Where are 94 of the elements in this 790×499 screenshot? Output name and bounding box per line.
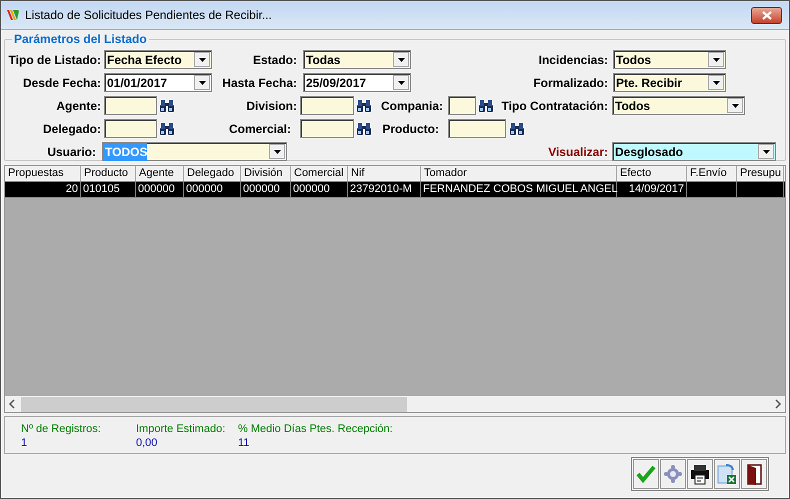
dropdown[interactable]: Desglosado: [612, 142, 776, 161]
field-label: Division:: [245, 98, 297, 114]
field-label: Incidencias:: [538, 52, 608, 68]
dropdown-value: 25/09/2017: [305, 74, 366, 92]
binoculars-icon[interactable]: [356, 98, 372, 114]
table-cell: 14/09/2017: [617, 182, 687, 197]
dropdown-value: Todos: [615, 52, 652, 68]
app-logo-icon: [6, 8, 20, 22]
export-button[interactable]: [714, 459, 740, 489]
dropdown-value: Todos: [614, 98, 650, 114]
table-cell: FERNANDEZ COBOS MIGUEL ANGEL: [421, 182, 617, 197]
field-label: Visualizar:: [547, 144, 608, 160]
field-label: Delegado:: [42, 120, 101, 138]
table-cell: 20: [5, 182, 81, 197]
dropdown[interactable]: Todas: [303, 50, 411, 69]
column-header[interactable]: Producto: [81, 166, 136, 181]
caret-icon[interactable]: [198, 80, 206, 86]
column-header[interactable]: Propuestas: [5, 166, 81, 181]
dropdown-value: Desglosado: [614, 144, 684, 160]
dropdown[interactable]: Fecha Efecto: [104, 50, 212, 69]
input-field[interactable]: [448, 119, 506, 138]
table-cell: 000000: [291, 182, 348, 197]
dropdown-value: TODOS: [103, 142, 148, 160]
binoculars-icon[interactable]: [478, 98, 494, 114]
column-header[interactable]: Agente: [136, 166, 184, 181]
caret-icon[interactable]: [712, 56, 720, 62]
field-label: Estado:: [252, 52, 297, 68]
input-field[interactable]: [300, 119, 354, 138]
input-field[interactable]: [104, 119, 157, 138]
table-cell: 23792010-M: [348, 182, 421, 197]
field-label: Agente:: [55, 98, 101, 114]
dropdown[interactable]: Pte. Recibir: [613, 73, 726, 92]
table-cell: 000000: [241, 182, 291, 197]
summary-label: Importe Estimado:: [136, 422, 226, 436]
binoculars-icon[interactable]: [159, 98, 175, 114]
input-field[interactable]: [104, 96, 157, 115]
column-header[interactable]: División: [241, 166, 291, 181]
date-picker[interactable]: 01/01/2017: [104, 73, 212, 92]
field-label: Hasta Fecha:: [221, 74, 297, 92]
input-field[interactable]: [448, 96, 476, 115]
caret-icon[interactable]: [396, 56, 406, 62]
close-button[interactable]: [751, 6, 782, 24]
exit-button[interactable]: [741, 459, 767, 489]
gear-icon: [662, 463, 684, 485]
accept-button[interactable]: [633, 459, 659, 489]
dropdown[interactable]: Todos: [613, 50, 726, 69]
field-label: Tipo de Listado:: [8, 52, 101, 68]
table-cell: 000000: [136, 182, 184, 197]
summary-label: Nº de Registros:: [21, 422, 102, 436]
column-header[interactable]: Efecto: [617, 166, 687, 181]
dropdown-value: Fecha Efecto: [106, 52, 182, 68]
summary-label: % Medio Días Ptes. Recepción:: [238, 422, 394, 436]
scrollbar-thumb[interactable]: [21, 396, 407, 412]
caret-icon[interactable]: [730, 102, 740, 108]
input-field[interactable]: [300, 96, 354, 115]
print-button[interactable]: [687, 459, 713, 489]
dropdown-value: Todas: [305, 52, 340, 68]
summary-value: 1: [21, 436, 28, 450]
date-picker[interactable]: 25/09/2017: [303, 73, 411, 92]
caret-icon[interactable]: [396, 80, 406, 86]
checkmark-icon: [635, 463, 657, 485]
field-label: Producto:: [381, 120, 439, 138]
summary-value: 11: [238, 436, 250, 450]
dropdown-value: Pte. Recibir: [615, 74, 682, 92]
dropdown-value: 01/01/2017: [106, 74, 168, 92]
field-label: Usuario:: [46, 144, 96, 160]
column-header[interactable]: Tomador: [421, 166, 617, 181]
binoculars-icon[interactable]: [509, 120, 525, 136]
caret-icon[interactable]: [762, 148, 770, 154]
column-header[interactable]: Comercial: [291, 166, 348, 181]
column-header[interactable]: F.Envío: [687, 166, 737, 181]
dropdown[interactable]: Todos: [612, 96, 745, 115]
spreadsheet-export-icon: [716, 463, 738, 485]
caret-icon[interactable]: [712, 80, 720, 86]
close-icon: [762, 10, 772, 20]
field-label: Compania:: [380, 98, 443, 114]
table-cell: 000000: [184, 182, 241, 197]
window-title: Listado de Solicitudes Pendientes de Recibir...: [25, 7, 272, 24]
column-header[interactable]: Presupu: [737, 166, 784, 181]
table-row[interactable]: 20 010105 000000 000000 000000 000000 23792010-M FERNANDEZ COBOS MIGUEL ANGEL 14/09/2017: [5, 182, 785, 198]
field-label: Formalizado:: [532, 74, 608, 92]
field-label: Tipo Contratación:: [500, 98, 608, 114]
column-header[interactable]: Nif: [348, 166, 421, 181]
table-cell: 010105: [81, 182, 136, 197]
summary-value: 0,00: [136, 436, 158, 450]
horizontal-scrollbar[interactable]: [5, 396, 785, 412]
caret-icon[interactable]: [272, 148, 282, 154]
binoculars-icon[interactable]: [159, 120, 175, 136]
caret-icon[interactable]: [198, 56, 206, 62]
binoculars-icon[interactable]: [356, 120, 372, 136]
printer-icon: [689, 463, 711, 485]
field-label: Desde Fecha:: [22, 74, 101, 92]
column-header[interactable]: Delegado: [184, 166, 241, 181]
field-label: Comercial:: [228, 120, 291, 138]
